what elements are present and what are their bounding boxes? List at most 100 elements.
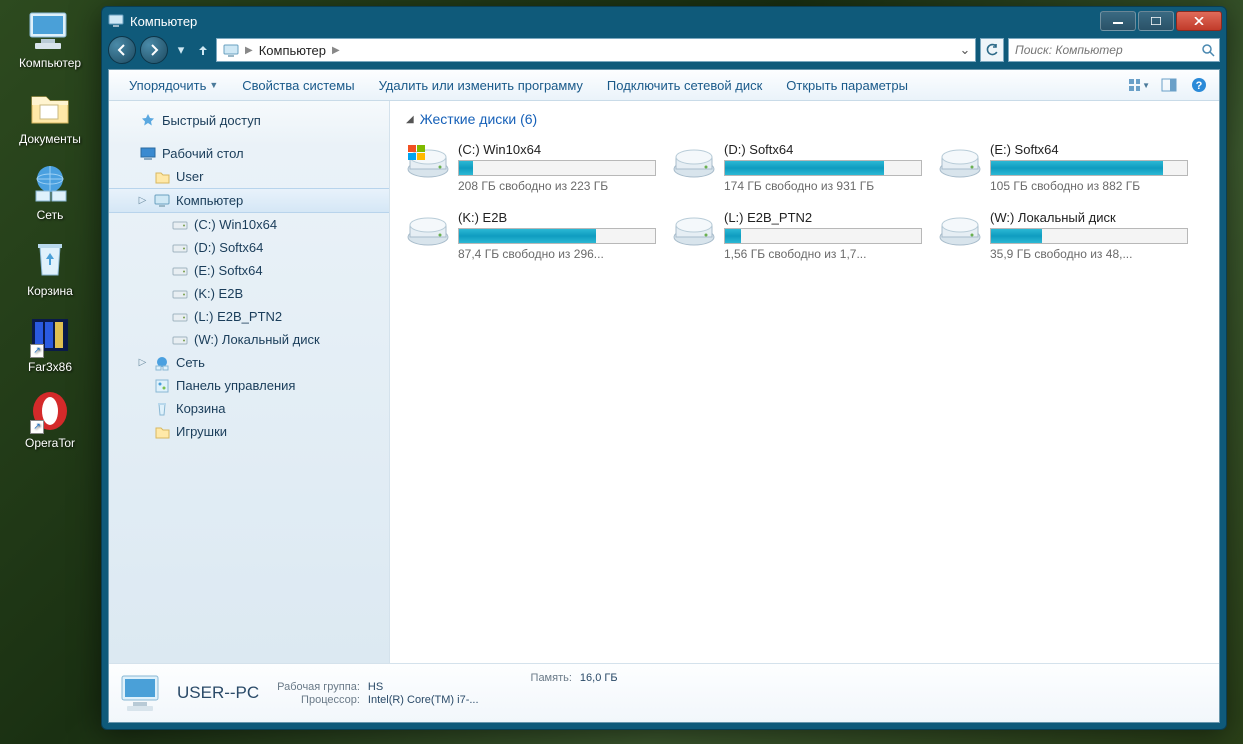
label: Сеть [176, 355, 205, 370]
nav-item[interactable]: (K:) E2B [109, 282, 389, 305]
drive-icon [406, 139, 450, 183]
label: OperaTor [8, 436, 92, 450]
label: (L:) E2B_PTN2 [194, 309, 282, 324]
hard-drives-group-header[interactable]: ◢ Жесткие диски (6) [404, 107, 1205, 137]
folder-icon [154, 169, 170, 185]
nav-item[interactable]: ▷Компьютер [109, 188, 389, 213]
space-bar [724, 160, 922, 176]
command-bar: Упорядочить ▼ Свойства системы Удалить и… [109, 70, 1219, 101]
cpanel-icon [154, 378, 170, 394]
drive-item[interactable]: (E:) Softx64 105 ГБ свободно из 882 ГБ [936, 137, 1190, 197]
computer-icon [108, 13, 124, 29]
address-bar[interactable]: ▶ Компьютер ▶ ⌄ [216, 38, 976, 62]
nav-item[interactable]: User [109, 165, 389, 188]
desktop-icon-computer[interactable]: Компьютер [8, 8, 92, 70]
view-menu-button[interactable]: ▼ [1127, 73, 1151, 97]
label: Корзина [8, 284, 92, 298]
navigation-pane[interactable]: Быстрый доступ Рабочий стол User ▷Компьют… [109, 101, 390, 663]
uninstall-button[interactable]: Удалить или изменить программу [367, 70, 595, 100]
drive-list: (C:) Win10x64208 ГБ свободно из 223 ГБ(D… [404, 137, 1205, 265]
collapse-icon: ◢ [406, 114, 414, 125]
back-button[interactable] [108, 36, 136, 64]
label: User [176, 169, 203, 184]
nav-item[interactable]: (C:) Win10x64 [109, 213, 389, 236]
drive-item[interactable]: (C:) Win10x64208 ГБ свободно из 223 ГБ [404, 137, 658, 197]
drive-icon [406, 207, 450, 251]
system-properties-button[interactable]: Свойства системы [230, 70, 366, 100]
drive-item[interactable]: (W:) Локальный диск35,9 ГБ свободно из 4… [936, 205, 1190, 265]
address-dropdown[interactable]: ⌄ [957, 42, 973, 58]
computer-icon [26, 8, 74, 54]
drive-icon [172, 286, 188, 302]
label: Документы [8, 132, 92, 146]
search-input[interactable] [1013, 42, 1201, 58]
desktop-icon-far[interactable]: ↗Far3x86 [8, 312, 92, 374]
explorer-body: Быстрый доступ Рабочий стол User ▷Компьют… [109, 101, 1219, 663]
nav-item[interactable]: Игрушки [109, 420, 389, 443]
open-settings-button[interactable]: Открыть параметры [774, 70, 920, 100]
desktop-icons: КомпьютерДокументыСетьКорзина↗Far3x86↗Op… [8, 8, 98, 464]
label: Рабочий стол [162, 146, 244, 161]
label: Сеть [8, 208, 92, 222]
nav-item[interactable]: Корзина [109, 397, 389, 420]
computer-icon [119, 672, 165, 714]
label: Компьютер [176, 193, 243, 208]
drive-item[interactable]: (D:) Softx64174 ГБ свободно из 931 ГБ [670, 137, 924, 197]
shortcut-badge: ↗ [30, 344, 44, 358]
expand-icon [155, 311, 166, 322]
value: 16,0 ГБ [580, 672, 618, 684]
history-dropdown[interactable]: ▾ [172, 39, 190, 61]
drive-name: (E:) Softx64 [990, 142, 1188, 157]
details-grid-2: Память: 16,0 ГБ [531, 672, 618, 684]
free-space-text: 174 ГБ свободно из 931 ГБ [724, 179, 922, 193]
nav-item[interactable]: ▷Сеть [109, 351, 389, 374]
label: Быстрый доступ [162, 113, 261, 128]
nav-item[interactable]: Панель управления [109, 374, 389, 397]
preview-pane-button[interactable] [1157, 73, 1181, 97]
desktop-icon-folder[interactable]: Документы [8, 84, 92, 146]
free-space-text: 1,56 ГБ свободно из 1,7... [724, 247, 922, 261]
far-icon: ↗ [26, 312, 74, 358]
map-drive-button[interactable]: Подключить сетевой диск [595, 70, 774, 100]
nav-item[interactable]: (W:) Локальный диск [109, 328, 389, 351]
space-bar [724, 228, 922, 244]
organize-menu[interactable]: Упорядочить ▼ [117, 70, 230, 100]
search-box[interactable] [1008, 38, 1220, 62]
desktop-icon-network[interactable]: Сеть [8, 160, 92, 222]
drive-icon [938, 139, 982, 183]
titlebar[interactable]: Компьютер [102, 7, 1226, 33]
desktop-icon-recycle[interactable]: Корзина [8, 236, 92, 298]
expand-icon [137, 426, 148, 437]
desktop-header[interactable]: Рабочий стол [109, 142, 389, 165]
maximize-button[interactable] [1138, 11, 1174, 31]
nav-item[interactable]: (E:) Softx64 [109, 259, 389, 282]
minimize-button[interactable] [1100, 11, 1136, 31]
label: Корзина [176, 401, 226, 416]
up-button[interactable] [194, 39, 212, 61]
drive-icon [172, 309, 188, 325]
drive-icon [672, 207, 716, 251]
free-space-text: 105 ГБ свободно из 882 ГБ [990, 179, 1188, 193]
refresh-button[interactable] [980, 38, 1004, 62]
expand-icon [137, 380, 148, 391]
drive-icon [172, 263, 188, 279]
label: (D:) Softx64 [194, 240, 263, 255]
quick-access-header[interactable]: Быстрый доступ [109, 109, 389, 132]
breadcrumb-sep: ▶ [243, 45, 255, 56]
desktop-icon-opera[interactable]: ↗OperaTor [8, 388, 92, 450]
search-icon[interactable] [1201, 43, 1215, 57]
label: (K:) E2B [194, 286, 243, 301]
nav-item[interactable]: (D:) Softx64 [109, 236, 389, 259]
drive-item[interactable]: (K:) E2B87,4 ГБ свободно из 296... [404, 205, 658, 265]
free-space-text: 208 ГБ свободно из 223 ГБ [458, 179, 656, 193]
address-root[interactable] [219, 42, 243, 58]
breadcrumb-computer[interactable]: Компьютер [255, 43, 330, 58]
help-button[interactable]: ? [1187, 73, 1211, 97]
nav-row: ▾ ▶ Компьютер ▶ ⌄ [102, 33, 1226, 69]
close-button[interactable] [1176, 11, 1222, 31]
label: Игрушки [176, 424, 227, 439]
nav-item[interactable]: (L:) E2B_PTN2 [109, 305, 389, 328]
forward-button[interactable] [140, 36, 168, 64]
drive-item[interactable]: (L:) E2B_PTN21,56 ГБ свободно из 1,7... [670, 205, 924, 265]
main-pane[interactable]: ◢ Жесткие диски (6) (C:) Win10x64208 ГБ … [390, 101, 1219, 663]
